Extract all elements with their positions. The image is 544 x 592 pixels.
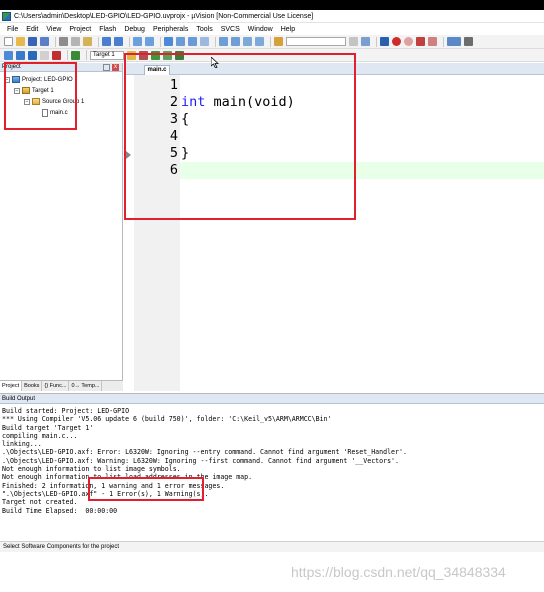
open-folder-icon[interactable] bbox=[16, 37, 25, 46]
toolbar-separator bbox=[98, 36, 99, 47]
copy-icon[interactable] bbox=[71, 37, 80, 46]
menu-view[interactable]: View bbox=[42, 26, 65, 33]
toolbar-separator bbox=[129, 36, 130, 47]
build-output-panel: Build Output Build started: Project: LED… bbox=[0, 393, 544, 539]
start-debug-icon[interactable] bbox=[380, 37, 389, 46]
unindent-icon[interactable] bbox=[231, 37, 240, 46]
toolbar-separator bbox=[376, 36, 377, 47]
configure-icon[interactable] bbox=[464, 37, 473, 46]
save-all-icon[interactable] bbox=[40, 37, 49, 46]
redo-icon[interactable] bbox=[114, 37, 123, 46]
toolbar-separator bbox=[86, 50, 87, 60]
toolbar-separator bbox=[443, 36, 444, 47]
tab-books[interactable]: Books bbox=[22, 381, 43, 391]
menu-debug[interactable]: Debug bbox=[120, 26, 149, 33]
navigate-forward-icon[interactable] bbox=[145, 37, 154, 46]
menu-svcs[interactable]: SVCS bbox=[217, 26, 244, 33]
letterbox-top bbox=[0, 0, 544, 10]
build-log-line: Build Time Elapsed: 00:00:00 bbox=[2, 506, 118, 515]
build-log-line: Finished: 2 information, 1 warning and 1… bbox=[2, 481, 225, 490]
find-dropdown-icon[interactable] bbox=[349, 37, 358, 46]
menu-edit[interactable]: Edit bbox=[22, 26, 42, 33]
save-icon[interactable] bbox=[28, 37, 37, 46]
toolbar-separator bbox=[67, 50, 68, 60]
download-icon[interactable] bbox=[71, 50, 80, 60]
clear-bookmarks-icon[interactable] bbox=[200, 37, 209, 46]
incremental-find-icon[interactable] bbox=[361, 37, 370, 46]
uvision-window: C:\Users\admin\Desktop\LED-GPIO\LED-GPIO… bbox=[0, 0, 544, 592]
menu-tools[interactable]: Tools bbox=[192, 26, 216, 33]
comment-icon[interactable] bbox=[243, 37, 252, 46]
build-log-line: Target not created. bbox=[2, 498, 78, 507]
prev-bookmark-icon[interactable] bbox=[176, 37, 185, 46]
tab-templates[interactable]: 0→ Temp... bbox=[69, 381, 103, 391]
disable-all-breakpoints-icon[interactable] bbox=[428, 37, 437, 46]
new-file-icon[interactable] bbox=[4, 37, 13, 46]
project-pane-tabs: Project Books {} Func... 0→ Temp... bbox=[0, 380, 123, 391]
cut-icon[interactable] bbox=[59, 37, 68, 46]
find-combo[interactable] bbox=[286, 37, 346, 46]
toolbar-separator bbox=[160, 36, 161, 47]
build-icon[interactable] bbox=[16, 50, 25, 60]
build-output-title: Build Output bbox=[0, 394, 544, 404]
uvision-app-icon bbox=[2, 11, 11, 21]
annotation-box-editor bbox=[124, 53, 356, 220]
breakpoint-icon[interactable] bbox=[392, 37, 401, 46]
status-bar: Select Software Components for the proje… bbox=[0, 541, 544, 552]
build-log-line: Not enough information to list load addr… bbox=[2, 473, 253, 482]
file-toolbar bbox=[0, 35, 544, 49]
navigate-back-icon[interactable] bbox=[133, 37, 142, 46]
build-log-line: Build started: Project: LED-GPIO bbox=[2, 407, 130, 415]
menu-file[interactable]: File bbox=[3, 26, 22, 33]
toolbar-separator bbox=[270, 36, 271, 47]
menu-window[interactable]: Window bbox=[244, 26, 277, 33]
mouse-cursor-icon bbox=[211, 57, 219, 68]
menu-help[interactable]: Help bbox=[277, 26, 299, 33]
build-log-line: compiling main.c... bbox=[2, 431, 78, 440]
tab-project[interactable]: Project bbox=[0, 381, 23, 391]
menu-bar: File Edit View Project Flash Debug Perip… bbox=[0, 23, 544, 35]
bookmark-icon[interactable] bbox=[164, 37, 173, 46]
translate-icon[interactable] bbox=[4, 50, 13, 60]
target-select[interactable]: Target 1 bbox=[90, 50, 124, 60]
next-bookmark-icon[interactable] bbox=[188, 37, 197, 46]
annotation-box-project-tree bbox=[4, 62, 77, 130]
window-layout-icon[interactable] bbox=[447, 37, 461, 46]
uncomment-icon[interactable] bbox=[255, 37, 264, 46]
build-log-line: ".\Objects\LED-GPIO.axf" - 1 Error(s), 1… bbox=[2, 489, 209, 498]
title-bar: C:\Users\admin\Desktop\LED-GPIO\LED-GPIO… bbox=[0, 10, 544, 23]
disable-breakpoint-icon[interactable] bbox=[404, 37, 413, 46]
menu-flash[interactable]: Flash bbox=[95, 26, 120, 33]
stop-build-icon[interactable] bbox=[52, 50, 61, 60]
window-title: C:\Users\admin\Desktop\LED-GPIO\LED-GPIO… bbox=[14, 12, 314, 20]
find-in-files-icon[interactable] bbox=[274, 37, 283, 46]
close-icon[interactable]: x bbox=[112, 64, 119, 71]
indent-icon[interactable] bbox=[219, 37, 228, 46]
annotation-box-build-result bbox=[88, 477, 204, 501]
paste-icon[interactable] bbox=[83, 37, 92, 46]
build-output-log[interactable]: Build started: Project: LED-GPIO *** Usin… bbox=[2, 407, 542, 515]
tab-functions[interactable]: {} Func... bbox=[42, 381, 70, 391]
build-log-line: .\Objects\LED-GPIO.axf: Error: L6320W: I… bbox=[2, 448, 407, 457]
build-log-line: Not enough information to list image sym… bbox=[2, 465, 181, 474]
menu-peripherals[interactable]: Peripherals bbox=[149, 26, 192, 33]
toolbar-separator bbox=[55, 36, 56, 47]
batch-build-icon[interactable] bbox=[40, 50, 49, 60]
pin-icon[interactable] bbox=[103, 64, 110, 71]
rebuild-icon[interactable] bbox=[28, 50, 37, 60]
kill-breakpoints-icon[interactable] bbox=[416, 37, 425, 46]
undo-icon[interactable] bbox=[102, 37, 111, 46]
build-log-line: .\Objects\LED-GPIO.axf: Warning: L6320W:… bbox=[2, 456, 399, 465]
build-log-line: Build target 'Target 1' bbox=[2, 423, 94, 432]
menu-project[interactable]: Project bbox=[65, 26, 95, 33]
build-log-line: *** Using Compiler 'V5.06 update 6 (buil… bbox=[2, 415, 332, 424]
build-log-line: linking... bbox=[2, 440, 42, 449]
watermark: https://blog.csdn.net/qq_34848334 bbox=[291, 564, 506, 580]
toolbar-separator bbox=[215, 36, 216, 47]
